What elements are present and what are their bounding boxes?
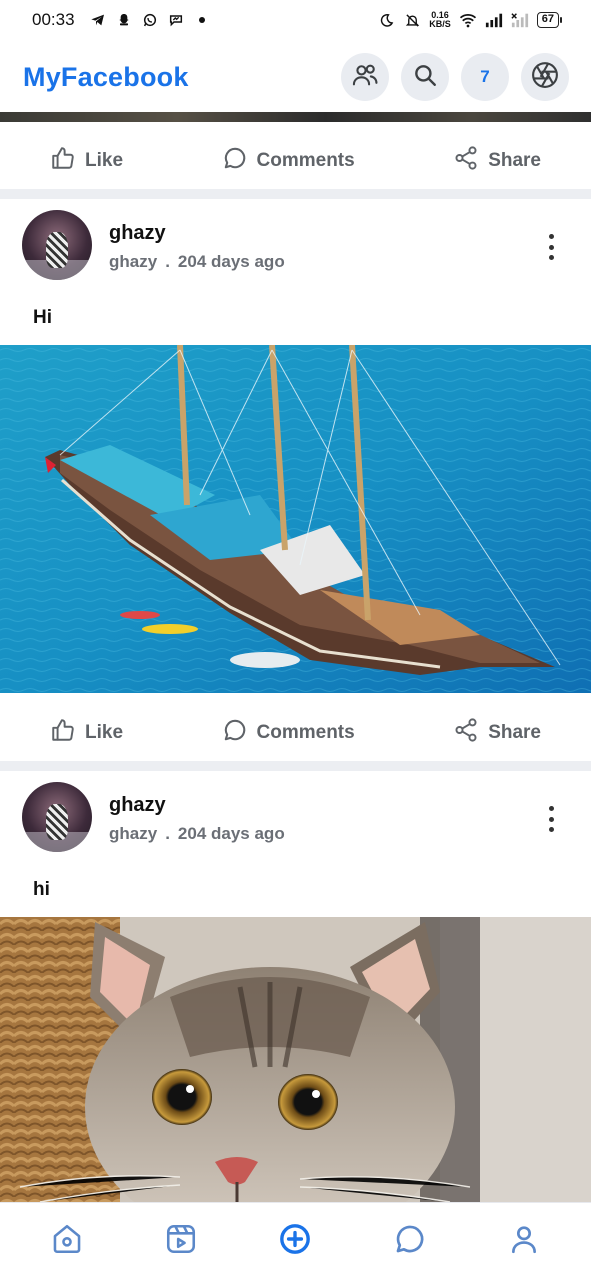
aperture-icon (530, 60, 560, 95)
chat-bubble-icon (393, 1222, 427, 1261)
profile-icon (507, 1222, 541, 1261)
post-text: Hi (33, 307, 52, 328)
kitten-photo (0, 917, 591, 1202)
like-label: Like (85, 722, 124, 743)
status-system-icons: 0.16 KB/S 67 (377, 11, 563, 29)
network-speed-unit: KB/S (429, 19, 451, 29)
friends-icon (351, 61, 379, 94)
post-image-kitten[interactable] (0, 917, 591, 1202)
share-label: Share (488, 722, 541, 743)
comments-label: Comments (256, 722, 355, 743)
friends-button[interactable] (341, 53, 389, 101)
post-author-name[interactable]: ghazy (109, 222, 166, 245)
like-button[interactable]: Like (50, 717, 123, 749)
camera-aperture-button[interactable] (521, 53, 569, 101)
more-vert-icon (548, 234, 554, 239)
nav-reels[interactable] (151, 1212, 211, 1272)
like-label: Like (85, 150, 124, 171)
app-brand-title[interactable]: MyFacebook (23, 62, 189, 93)
like-button[interactable]: Like (50, 145, 123, 177)
home-icon (50, 1222, 84, 1261)
post-username: ghazy (109, 252, 158, 271)
app-header: MyFacebook 7 (0, 42, 591, 112)
more-vert-icon (548, 806, 554, 811)
bottom-navigation (0, 1202, 591, 1280)
mute-bell-icon (403, 11, 421, 29)
post-options-button[interactable] (541, 234, 561, 260)
post-actions: Like Comments Share (0, 700, 591, 766)
nav-create-post[interactable] (265, 1212, 325, 1272)
status-time: 00:33 (32, 10, 75, 29)
avatar[interactable] (22, 210, 92, 280)
meta-separator: . (165, 252, 170, 271)
post-header: ghazy ghazy. 204 days ago (0, 772, 591, 862)
previous-post-image-edge (0, 112, 591, 122)
thumbs-up-icon (50, 717, 76, 749)
post-options-button[interactable] (541, 806, 561, 832)
post-header: ghazy ghazy. 204 days ago (0, 200, 591, 290)
share-icon (453, 145, 479, 177)
share-button[interactable]: Share (453, 717, 541, 749)
comment-bubble-icon (222, 717, 248, 749)
search-button[interactable] (401, 53, 449, 101)
post-meta: ghazy. 204 days ago (109, 252, 285, 272)
sailing-ship-photo (0, 345, 591, 693)
signal-no-service-icon (511, 11, 529, 29)
post-separator (0, 761, 591, 771)
telegram-icon (89, 11, 107, 29)
snapchat-icon (115, 11, 133, 29)
share-icon (453, 717, 479, 749)
status-bar: 00:33 0.16 KB/S 67 (0, 0, 591, 40)
wifi-icon (459, 11, 477, 29)
add-circle-icon (278, 1222, 312, 1261)
comment-bubble-icon (222, 145, 248, 177)
nav-messages[interactable] (380, 1212, 440, 1272)
post-actions-previous: Like Comments Share (0, 128, 591, 194)
status-notification-icons (89, 11, 211, 29)
notification-count: 7 (480, 67, 490, 86)
video-reels-icon (164, 1222, 198, 1261)
nav-home[interactable] (37, 1212, 97, 1272)
post-time-ago: 204 days ago (177, 252, 285, 271)
more-notifications-dot-icon (193, 11, 211, 29)
avatar[interactable] (22, 782, 92, 852)
notifications-count-button[interactable]: 7 (461, 53, 509, 101)
post-time-ago: 204 days ago (177, 824, 285, 843)
messenger-icon (167, 11, 185, 29)
post-meta: ghazy. 204 days ago (109, 824, 285, 844)
battery-indicator: 67 (536, 12, 563, 28)
post-author-name[interactable]: ghazy (109, 794, 166, 817)
search-icon (412, 62, 438, 93)
comments-label: Comments (256, 150, 355, 171)
comments-button[interactable]: Comments (222, 717, 355, 749)
whatsapp-icon (141, 11, 159, 29)
post-image-sailing-ship[interactable] (0, 345, 591, 693)
moon-icon (377, 11, 395, 29)
post-username: ghazy (109, 824, 158, 843)
post-text: hi (33, 879, 50, 900)
share-button[interactable]: Share (453, 145, 541, 177)
post-separator (0, 189, 591, 199)
share-label: Share (488, 150, 541, 171)
comments-button[interactable]: Comments (222, 145, 355, 177)
header-actions: 7 (341, 53, 569, 101)
meta-separator: . (165, 824, 170, 843)
thumbs-up-icon (50, 145, 76, 177)
network-speed: 0.16 KB/S (429, 11, 451, 29)
signal-icon (485, 11, 503, 29)
nav-profile[interactable] (494, 1212, 554, 1272)
